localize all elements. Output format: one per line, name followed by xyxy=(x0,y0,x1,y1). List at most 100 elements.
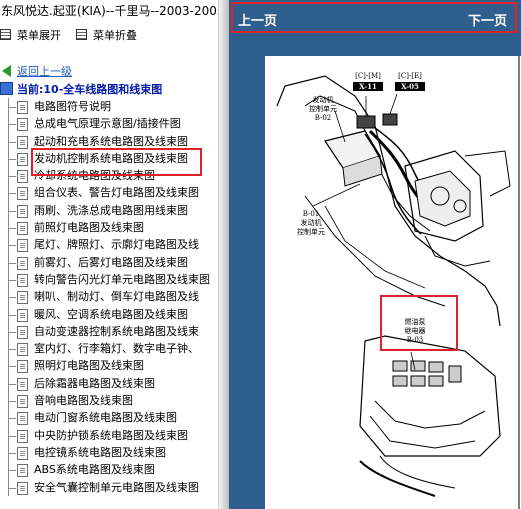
collapse-icon xyxy=(76,29,87,40)
connector-tag-x11: [C]-[M] X-11 xyxy=(353,72,383,91)
connector-x05-id: X-05 xyxy=(395,82,425,91)
tree-branch xyxy=(8,418,16,420)
tree-branch xyxy=(8,401,16,403)
tree-branch xyxy=(8,107,16,108)
tree-item-label: 中央防护锁系统电路图及线束图 xyxy=(34,428,188,442)
tree-item[interactable]: 前照灯电路图及线束图 xyxy=(0,219,218,237)
tree-item-label: 前雾灯、后雾灯电路图及线束图 xyxy=(34,255,188,269)
diagram-page: [C]-[M] X-11 [C]-[E] X-05 发动机 控制单元 B-02 … xyxy=(265,56,521,509)
tree-branch xyxy=(8,262,16,264)
current-folder-label: 当前:10-全车线路图和线束图 xyxy=(17,83,163,96)
tree-item-label: 总成电气原理示意图/插接件图 xyxy=(34,117,181,131)
tree-item-label: 雨刷、洗涤总成电路图用线束图 xyxy=(34,203,188,217)
connector-x05-code: [C]-[E] xyxy=(398,72,422,80)
tree-item[interactable]: 电动门窗系统电路图及线束图 xyxy=(0,409,218,427)
tree-branch xyxy=(8,245,16,247)
tree-branch xyxy=(8,470,16,472)
tree-item-label: 暖风、空调系统电路图及线束图 xyxy=(34,307,188,321)
tree-item[interactable]: 中央防护锁系统电路图及线束图 xyxy=(0,426,218,444)
document-icon xyxy=(17,204,28,218)
tree-item[interactable]: 自动变速器控制系统电路图及线束 xyxy=(0,322,218,341)
tree-item[interactable]: 室内灯、行李箱灯、数字电子钟、 xyxy=(0,340,218,358)
previous-page-button[interactable]: 上一页 xyxy=(238,10,277,29)
document-icon xyxy=(17,446,28,460)
tree-item-label: 安全气囊控制单元电路图及线束图 xyxy=(34,480,199,494)
tree-branch xyxy=(8,158,16,160)
tree-item-label: 转向警告闪光灯单元电路图及线束图 xyxy=(34,272,210,286)
tree-item-label: 后除霜器电路图及线束图 xyxy=(34,376,155,390)
document-icon xyxy=(17,222,28,236)
tree-branch xyxy=(8,176,16,178)
tree-branch xyxy=(8,124,16,126)
document-icon xyxy=(17,118,28,132)
document-icon xyxy=(17,239,28,253)
document-icon xyxy=(17,360,28,374)
document-icon xyxy=(17,343,28,357)
document-icon xyxy=(17,308,28,322)
sidebar: 东风悦达.起亚(KIA)--千里马--2003-2005 菜单展开 菜单折叠 返… xyxy=(0,0,218,509)
tree-item[interactable]: 雨刷、洗涤总成电路图用线束图 xyxy=(0,201,218,220)
relay-highlight-box xyxy=(380,295,458,351)
document-icon xyxy=(17,325,28,339)
tree-branch xyxy=(8,487,16,489)
document-icon xyxy=(17,256,28,270)
document-icon xyxy=(17,464,28,478)
document-icon xyxy=(17,429,28,443)
expand-icon xyxy=(0,29,11,40)
label-b02-line2: 控制单元 xyxy=(309,105,337,113)
tree-branch xyxy=(8,297,16,299)
tree-item-label: 音响电路图及线束图 xyxy=(34,394,133,408)
engine-bay-diagram xyxy=(276,56,520,509)
tree-item-label: 室内灯、行李箱灯、数字电子钟、 xyxy=(34,342,199,356)
label-b02: 发动机 控制单元 B-02 xyxy=(303,96,343,123)
next-page-button[interactable]: 下一页 xyxy=(468,10,507,29)
tree-item[interactable]: 安全气囊控制单元电路图及线束图 xyxy=(0,478,218,496)
document-icon xyxy=(17,152,28,166)
document-icon xyxy=(17,187,28,201)
connector-tag-x05: [C]-[E] X-05 xyxy=(395,72,425,91)
label-b02-line1: 发动机 xyxy=(312,96,334,104)
tree-item[interactable]: 后除霜器电路图及线束图 xyxy=(0,374,218,393)
back-link[interactable]: 返回上一级 xyxy=(2,64,72,80)
tree-item[interactable]: 前雾灯、后雾灯电路图及线束图 xyxy=(0,253,218,271)
tree-item[interactable]: 总成电气原理示意图/插接件图 xyxy=(0,115,218,133)
highlight-box xyxy=(31,148,202,176)
label-b02-line3: B-02 xyxy=(314,114,332,122)
tree-branch xyxy=(8,331,16,333)
tree-item[interactable]: 暖风、空调系统电路图及线束图 xyxy=(0,305,218,323)
tree-item[interactable]: 照明灯电路图及线束图 xyxy=(0,357,218,375)
tree-item[interactable]: 电路图符号说明 xyxy=(0,98,218,116)
label-b01: B-01 发动机 控制单元 xyxy=(291,210,331,237)
tree-item-label: 电路图符号说明 xyxy=(34,100,111,113)
menu-expand-label: 菜单展开 xyxy=(17,29,61,42)
menu-collapse-button[interactable]: 菜单折叠 xyxy=(76,28,137,44)
label-b01-line3: 控制单元 xyxy=(297,228,325,236)
back-arrow-icon xyxy=(2,65,11,77)
tree-item[interactable]: 尾灯、牌照灯、示廓灯电路图及线 xyxy=(0,236,218,254)
tree-item[interactable]: 转向警告闪光灯单元电路图及线束图 xyxy=(0,270,218,289)
tree-item-label: ABS系统电路图及线束图 xyxy=(34,463,155,477)
document-icon xyxy=(17,395,28,409)
document-icon xyxy=(17,291,28,305)
connector-x11-id: X-11 xyxy=(353,82,383,91)
back-link-label: 返回上一级 xyxy=(17,65,72,78)
document-icon xyxy=(17,170,28,184)
menu-expand-button[interactable]: 菜单展开 xyxy=(0,28,61,44)
tree-item[interactable]: 组合仪表、警告灯电路图及线束图 xyxy=(0,184,218,202)
tree-item[interactable]: 喇叭、制动灯、倒车灯电路图及线 xyxy=(0,288,218,306)
document-icon xyxy=(17,377,28,391)
folder-icon xyxy=(0,82,13,95)
tree-branch xyxy=(8,314,16,316)
tree-branch xyxy=(8,349,16,351)
tree-item-label: 尾灯、牌照灯、示廓灯电路图及线 xyxy=(34,238,199,252)
document-icon xyxy=(17,135,28,149)
tree-item[interactable]: 电控镜系统电路图及线束图 xyxy=(0,443,218,462)
sidebar-title: 东风悦达.起亚(KIA)--千里马--2003-2005 xyxy=(1,4,218,18)
tree-branch xyxy=(8,279,16,281)
connector-x11-code: [C]-[M] xyxy=(355,72,381,80)
label-b01-line1: B-01 xyxy=(302,210,320,218)
tree-item[interactable]: ABS系统电路图及线束图 xyxy=(0,461,218,479)
tree-item[interactable]: 音响电路图及线束图 xyxy=(0,392,218,410)
tree-item-label: 前照灯电路图及线束图 xyxy=(34,221,144,235)
tree-branch xyxy=(8,366,16,368)
